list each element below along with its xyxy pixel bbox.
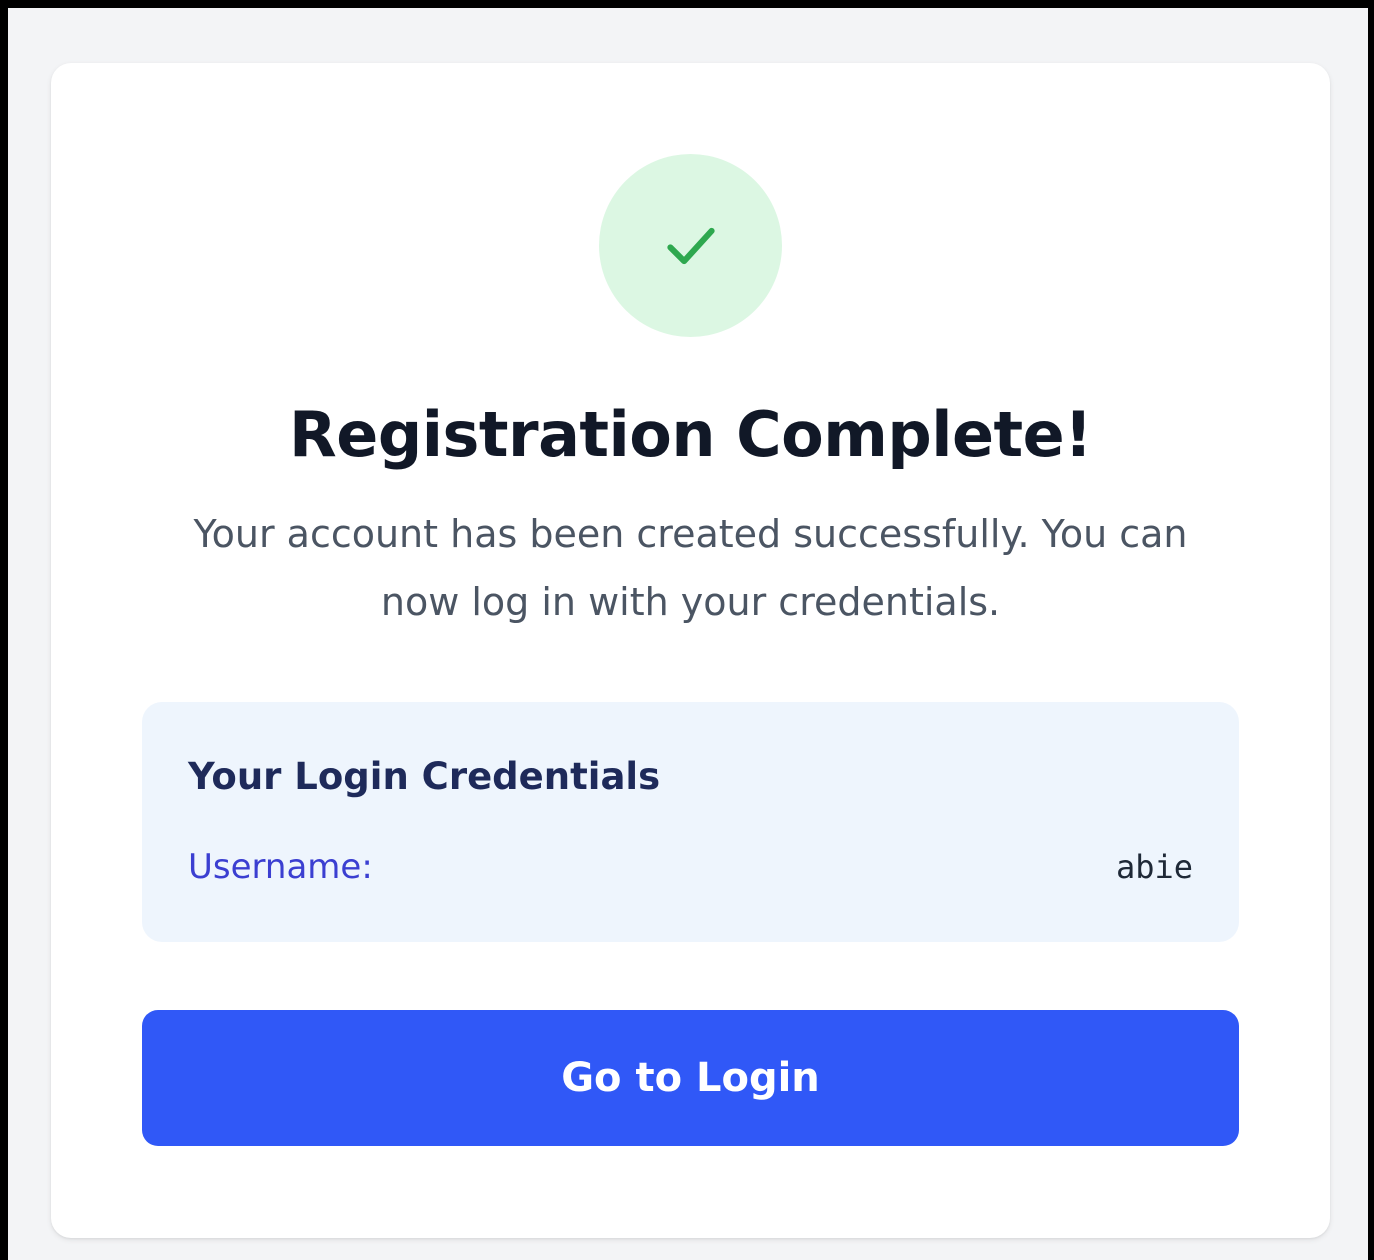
page-frame: Registration Complete! Your account has …: [0, 0, 1374, 1260]
page-title: Registration Complete!: [289, 398, 1092, 471]
credentials-panel: Your Login Credentials Username: abie: [142, 702, 1239, 942]
success-message: Your account has been created successful…: [193, 512, 1188, 624]
check-icon: [666, 227, 715, 264]
username-value: abie: [1115, 848, 1193, 886]
username-row: Username: abie: [188, 844, 1193, 890]
credentials-title: Your Login Credentials: [188, 755, 661, 798]
registration-card: Registration Complete! Your account has …: [51, 63, 1330, 1238]
username-label: Username:: [188, 847, 373, 887]
success-badge: [599, 154, 782, 337]
go-to-login-button[interactable]: Go to Login: [142, 1010, 1239, 1146]
